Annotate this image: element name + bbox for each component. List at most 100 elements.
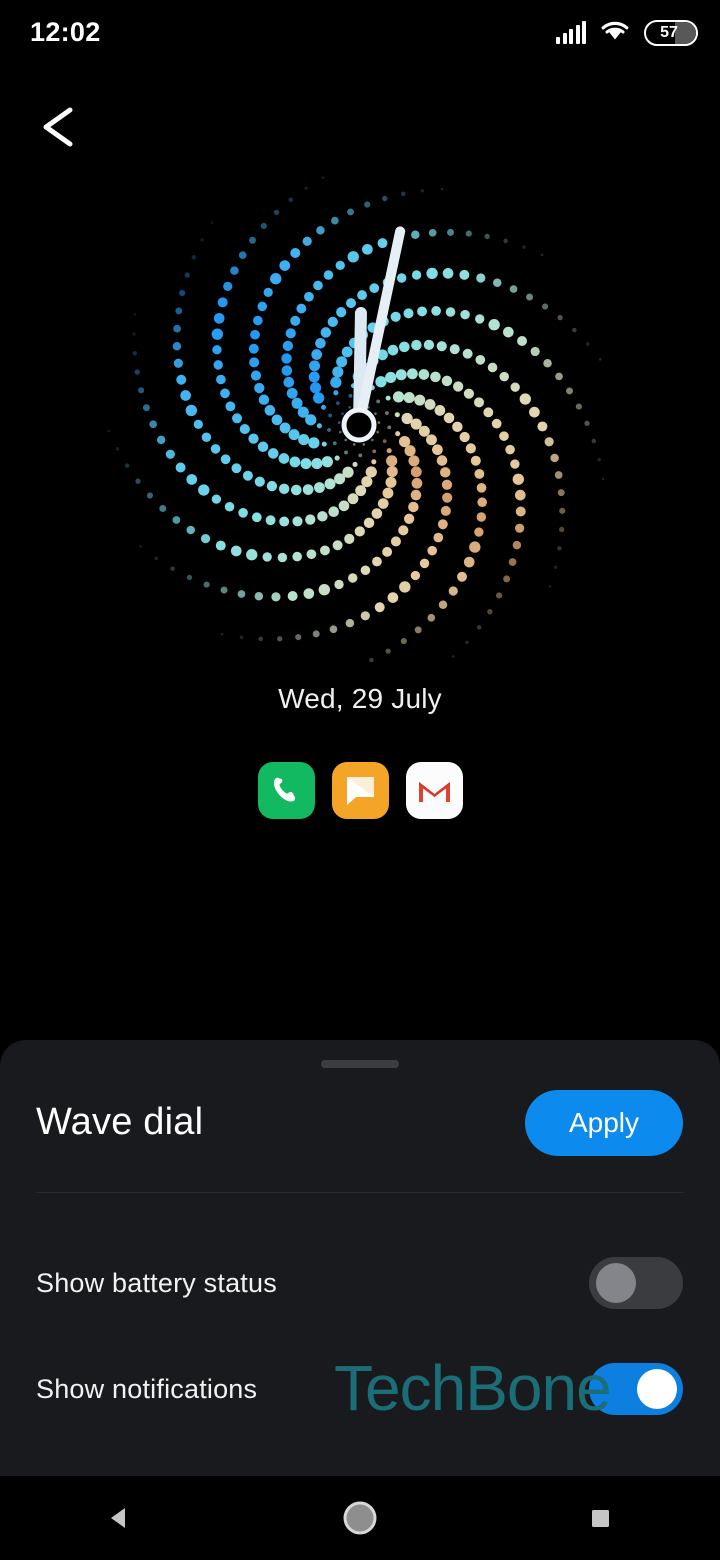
dial-dot	[459, 269, 470, 280]
setting-row-show-notifications[interactable]: Show notifications	[0, 1353, 720, 1425]
dial-dot	[386, 448, 392, 454]
dial-dot	[201, 432, 212, 442]
dial-dot	[328, 413, 333, 418]
dial-dot	[519, 393, 531, 405]
dial-dot	[311, 349, 323, 360]
dial-dot	[557, 314, 563, 321]
dial-dot	[495, 592, 503, 599]
dial-dot	[424, 399, 436, 410]
dial-dot	[249, 357, 260, 368]
square-recents-icon	[592, 1510, 609, 1527]
dial-dot	[344, 533, 355, 544]
dial-dot	[253, 315, 263, 326]
dial-dot	[411, 477, 423, 489]
dial-dot	[288, 429, 300, 441]
apply-button[interactable]: Apply	[525, 1090, 683, 1156]
dial-dot	[304, 186, 308, 190]
toggle-show-notifications[interactable]	[589, 1363, 683, 1415]
dial-dot	[292, 551, 302, 562]
dial-dot	[449, 344, 460, 355]
dial-dot	[270, 273, 282, 285]
dial-dot	[477, 497, 488, 508]
dial-dot	[291, 484, 302, 496]
dial-dot	[220, 586, 228, 594]
dial-dot	[426, 434, 437, 446]
dial-dot	[212, 345, 222, 355]
dial-dot	[410, 466, 422, 478]
dial-dot	[476, 482, 487, 493]
dial-dot	[186, 525, 195, 535]
dial-dot	[503, 575, 511, 583]
dial-dot	[186, 574, 193, 581]
toggle-show-battery-status[interactable]	[589, 1257, 683, 1309]
dial-dot	[474, 527, 484, 537]
dial-dot	[210, 221, 214, 225]
dial-dot	[430, 371, 441, 383]
dial-dot	[411, 339, 422, 351]
battery-icon: 57	[644, 20, 698, 46]
back-button[interactable]	[28, 98, 90, 156]
phone-icon	[273, 777, 295, 802]
dial-dot	[260, 222, 267, 230]
dial-dot	[331, 216, 339, 225]
dial-dot	[242, 470, 253, 481]
dial-dot	[264, 405, 276, 416]
status-bar-icons: 57	[556, 18, 698, 48]
dial-dot	[358, 453, 363, 458]
dial-dot	[493, 278, 502, 287]
dial-dot	[347, 493, 359, 505]
dial-dot	[442, 492, 453, 503]
dial-dot	[514, 489, 526, 501]
dial-dot	[320, 545, 330, 556]
clock-date-label: Wed, 29 July	[278, 683, 442, 714]
dial-dot	[220, 454, 231, 465]
dial-dot	[138, 387, 145, 394]
dial-dot	[432, 444, 443, 456]
messages-app-shortcut[interactable]	[331, 762, 389, 819]
setting-label-show-battery-status: Show battery status	[36, 1267, 277, 1298]
nav-home-button[interactable]	[300, 1488, 420, 1548]
dial-dot	[324, 478, 336, 490]
dial-dot	[336, 356, 348, 368]
dial-dot	[175, 462, 186, 473]
dial-dot	[297, 406, 309, 418]
dial-dot	[369, 657, 374, 663]
dial-dot	[248, 343, 259, 354]
dial-dot	[557, 489, 565, 497]
dial-dot	[483, 407, 494, 418]
dial-dot	[216, 374, 226, 385]
setting-row-show-battery-status[interactable]: Show battery status	[0, 1247, 720, 1319]
gmail-icon	[418, 782, 450, 802]
dial-dot	[305, 514, 316, 525]
phone-app-shortcut[interactable]	[257, 762, 315, 819]
nav-recents-button[interactable]	[540, 1488, 660, 1548]
dial-dot	[517, 336, 528, 346]
dial-dot	[372, 556, 382, 567]
dial-dot	[313, 482, 325, 493]
gmail-app-shortcut[interactable]	[405, 762, 463, 819]
dial-dot	[474, 468, 485, 479]
dial-dot	[543, 359, 552, 368]
dial-dot	[344, 450, 348, 455]
dial-dot	[503, 326, 514, 338]
dial-dot	[372, 449, 377, 454]
dial-dot	[311, 458, 323, 470]
dial-dot	[315, 338, 326, 349]
dial-dot	[404, 445, 416, 457]
dial-dot	[173, 358, 183, 368]
nav-back-button[interactable]	[60, 1488, 180, 1548]
dial-dot	[257, 301, 267, 312]
dial-dot	[279, 516, 290, 527]
dial-dot	[505, 444, 515, 455]
drag-handle[interactable]	[321, 1060, 399, 1068]
dial-dot	[273, 209, 280, 216]
dial-dot	[374, 412, 377, 415]
dial-dot	[442, 268, 454, 279]
dial-dot	[503, 238, 508, 244]
dial-dot	[271, 592, 281, 602]
dial-dot	[239, 635, 244, 640]
dial-dot	[597, 457, 601, 462]
dial-dot	[230, 266, 239, 275]
dial-dot	[382, 487, 394, 499]
sheet-divider	[36, 1192, 684, 1193]
